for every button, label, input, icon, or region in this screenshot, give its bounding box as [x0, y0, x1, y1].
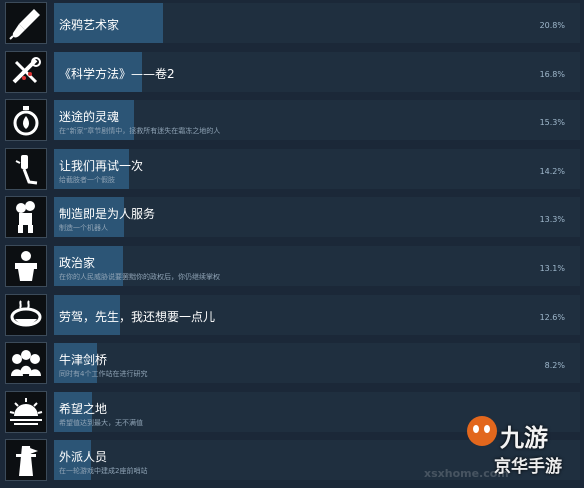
- food-bowl-icon: [5, 294, 47, 336]
- achievement-row[interactable]: 让我们再试一次给截肢者一个假肢 14.2%: [0, 146, 584, 194]
- robot-icon: [5, 196, 47, 238]
- lantern-icon: [5, 99, 47, 141]
- achievement-row[interactable]: 政治家在你的人民威胁说要罢黜你的政权后，你仍继续掌权 13.1%: [0, 243, 584, 291]
- achievement-list: 涂鸦艺术家 20.8% 《科学方法》——卷2 16.8% 迷途的灵魂在“新家”章节剧情中…: [0, 0, 584, 488]
- achievement-description: 在“新家”章节剧情中，拯救所有迷失在霜冻之地的人: [59, 127, 221, 135]
- watermark-domain: xsxhome.com: [424, 467, 509, 480]
- achievement-description: 同时有4个工作站在进行研究: [59, 370, 148, 378]
- sunrise-icon: [5, 391, 47, 433]
- achievement-description: 在一轮游戏中建成2座前哨站: [59, 467, 148, 475]
- unlock-percentage: 8.2%: [544, 361, 565, 370]
- speaker-podium-icon: [5, 245, 47, 287]
- progress-track: [54, 3, 580, 43]
- achievement-title: 希望之地: [59, 402, 108, 416]
- achievement-row[interactable]: 《科学方法》——卷2 16.8%: [0, 49, 584, 97]
- unlock-percentage: 13.1%: [539, 264, 565, 273]
- achievement-row[interactable]: 劳驾，先生，我还想要一点儿 12.6%: [0, 292, 584, 340]
- achievement-title: 让我们再试一次: [59, 159, 144, 173]
- unlock-percentage: 20.8%: [539, 21, 565, 30]
- scientists-icon: [5, 342, 47, 384]
- outpost-tower-icon: [5, 439, 47, 481]
- achievement-title: 迷途的灵魂: [59, 110, 120, 124]
- achievement-row[interactable]: 涂鸦艺术家 20.8%: [0, 0, 584, 48]
- achievement-title: 外派人员: [59, 450, 108, 464]
- watermark-brand: 九游: [500, 424, 548, 452]
- paintbrush-icon: [5, 2, 47, 44]
- achievement-description: 希望值达到最大，无不满值: [59, 419, 143, 427]
- achievement-title: 政治家: [59, 256, 96, 270]
- unlock-percentage: 16.8%: [539, 70, 565, 79]
- unlock-percentage: 14.2%: [539, 167, 565, 176]
- achievement-title: 劳驾，先生，我还想要一点儿: [59, 310, 216, 324]
- achievement-description: 制造一个机器人: [59, 224, 108, 232]
- watermark-logo-icon: [467, 416, 497, 446]
- prosthetic-leg-icon: [5, 148, 47, 190]
- achievement-title: 涂鸦艺术家: [59, 18, 120, 32]
- achievement-row[interactable]: 迷途的灵魂在“新家”章节剧情中，拯救所有迷失在霜冻之地的人 15.3%: [0, 97, 584, 145]
- achievement-row[interactable]: 制造即是为人服务制造一个机器人 13.3%: [0, 194, 584, 242]
- unlock-percentage: 13.3%: [539, 215, 565, 224]
- achievement-row[interactable]: 牛津剑桥同时有4个工作站在进行研究 8.2%: [0, 340, 584, 388]
- tools-icon: [5, 51, 47, 93]
- unlock-percentage: 12.6%: [539, 313, 565, 322]
- achievement-title: 制造即是为人服务: [59, 207, 156, 221]
- achievement-title: 《科学方法》——卷2: [59, 67, 175, 81]
- achievement-description: 在你的人民威胁说要罢黜你的政权后，你仍继续掌权: [59, 273, 220, 281]
- achievement-description: 给截肢者一个假肢: [59, 176, 115, 184]
- achievement-title: 牛津剑桥: [59, 353, 108, 367]
- unlock-percentage: 15.3%: [539, 118, 565, 127]
